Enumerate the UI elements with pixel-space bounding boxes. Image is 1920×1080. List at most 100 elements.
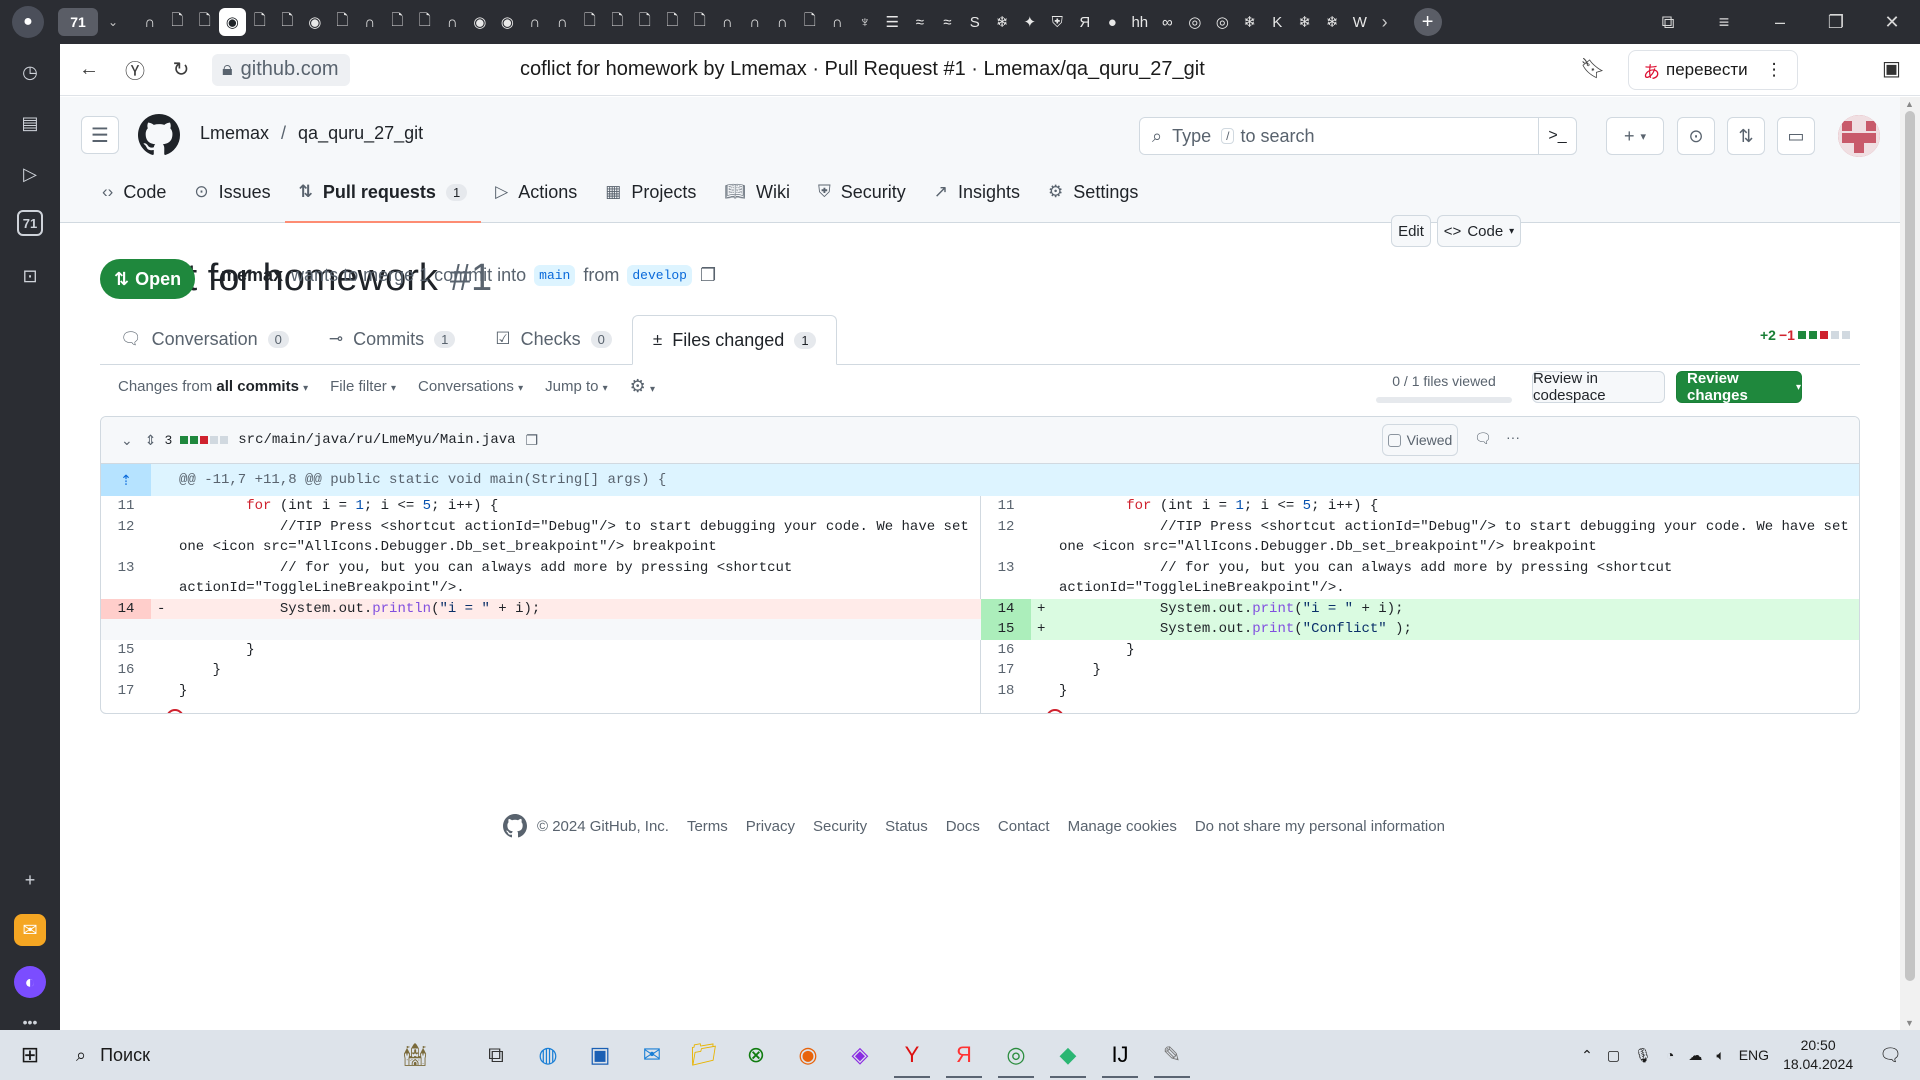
browser-tab-n-icon[interactable]: ∩ <box>714 8 742 36</box>
search-input[interactable]: ⌕ Type / to search >_ <box>1139 117 1577 155</box>
line-number[interactable]: 14 <box>101 598 151 619</box>
copy-path-icon[interactable]: ❐ <box>526 432 539 449</box>
review-in-codespace-button[interactable]: Review in codespace <box>1532 370 1665 404</box>
repo-tab-actions[interactable]: ▷ Actions <box>481 161 591 223</box>
browser-tab-K-icon[interactable]: K <box>1264 8 1292 36</box>
screenshot-icon[interactable]: ⊡ <box>14 260 46 292</box>
browser-tab-github-icon[interactable]: ◉ <box>218 8 247 36</box>
repo-tab-insights[interactable]: ↗ Insights <box>920 161 1034 223</box>
browser-tab-ring-icon[interactable]: ◎ <box>1209 8 1237 36</box>
firefox-icon[interactable]: ◉ <box>782 1030 834 1080</box>
hamburger-menu-button[interactable]: ☰ <box>81 116 119 154</box>
command-palette-icon[interactable]: >_ <box>1538 118 1576 154</box>
minimize-icon[interactable]: – <box>1752 12 1808 33</box>
line-number[interactable]: 13 <box>101 558 151 599</box>
volume-icon[interactable]: 🔈︎ <box>1716 1047 1724 1064</box>
collapse-chevron-icon[interactable]: ⌄ <box>121 432 133 449</box>
line-number[interactable]: 13 <box>981 558 1031 599</box>
scrollbar-thumb[interactable] <box>1905 111 1915 981</box>
code-dropdown-button[interactable]: <> Code ▾ <box>1437 215 1521 247</box>
create-new-button[interactable]: + ▾ <box>1606 117 1664 155</box>
github-logo-icon[interactable] <box>138 114 180 156</box>
explorer-icon[interactable]: 📁︎ <box>678 1030 730 1080</box>
diff-settings-button[interactable]: ⚙ ▾ <box>630 376 655 397</box>
footer-link[interactable]: Contact <box>998 818 1050 835</box>
tab-count-icon[interactable]: 71 <box>17 210 43 236</box>
line-number[interactable]: 16 <box>101 660 151 681</box>
line-number[interactable] <box>101 619 151 640</box>
translate-button[interactable]: あ перевести ⋮ <box>1628 50 1798 90</box>
browser-tab-doc-icon[interactable]: 🗋︎ <box>411 8 439 36</box>
repo-tab-projects[interactable]: ▦ Projects <box>591 161 710 223</box>
browser-tab-n-icon[interactable]: ∩ <box>521 8 549 36</box>
line-number[interactable]: 18 <box>981 681 1031 702</box>
video-icon[interactable]: ▷ <box>14 158 46 190</box>
add-panel-icon[interactable]: + <box>14 864 46 896</box>
repo-tab-issues[interactable]: ⊙ Issues <box>180 161 284 223</box>
browser-tab-doc-icon[interactable]: 🗋︎ <box>329 8 357 36</box>
network-icon[interactable]: ◔ <box>1666 1047 1674 1063</box>
inbox-button[interactable]: ▭ <box>1777 117 1815 155</box>
browser-tab-ring-icon[interactable]: ◎ <box>1181 8 1209 36</box>
repo-tab-code[interactable]: ‹› Code <box>88 161 180 223</box>
yandex-ya-icon[interactable]: Я <box>938 1030 990 1080</box>
author-link[interactable]: Lmemax <box>210 265 283 286</box>
browser-tab-doc-icon[interactable]: 🗋︎ <box>164 8 192 36</box>
chrome-icon[interactable]: ◎ <box>990 1030 1042 1080</box>
edit-button[interactable]: Edit <box>1391 215 1431 247</box>
tabs-scroll-right-icon[interactable]: › <box>1382 12 1388 33</box>
line-number[interactable]: 14 <box>981 598 1031 619</box>
browser-tab-github-icon[interactable]: ◉ <box>301 8 329 36</box>
browser-tab-github-icon[interactable]: ◉ <box>494 8 522 36</box>
repo-tab-wiki[interactable]: 📖︎ Wiki <box>710 161 804 223</box>
line-number[interactable]: 16 <box>981 640 1031 661</box>
footer-link[interactable]: Security <box>813 818 867 835</box>
line-number[interactable]: 17 <box>981 660 1031 681</box>
head-branch[interactable]: develop <box>627 265 692 286</box>
tab-manager-icon[interactable]: ⧉ <box>1640 12 1696 33</box>
avatar[interactable] <box>1838 115 1880 157</box>
url-domain[interactable]: 🔒︎ github.com <box>212 53 351 86</box>
line-number[interactable]: 15 <box>981 619 1031 640</box>
browser-tab-shield-icon[interactable]: ⛨ <box>1044 8 1072 36</box>
yandex-home-icon[interactable]: Ⓨ <box>112 55 158 84</box>
profile-icon[interactable]: ● <box>12 6 44 38</box>
notifications-icon[interactable]: 🗨︎ <box>1879 1045 1902 1066</box>
chevron-down-icon[interactable]: ▾ <box>1796 382 1801 393</box>
translate-menu-icon[interactable]: ⋮ <box>1766 60 1783 80</box>
paint-icon[interactable]: ✎ <box>1146 1030 1198 1080</box>
browser-tab-doc-icon[interactable]: 🗋︎ <box>631 8 659 36</box>
reload-icon[interactable]: ↻ <box>158 57 204 82</box>
history-icon[interactable]: ◷ <box>14 56 46 88</box>
browser-tab-n-icon[interactable]: ∩ <box>439 8 467 36</box>
reading-list-icon[interactable]: ▣ <box>1882 56 1901 81</box>
browser-tab-doc-icon[interactable]: 🗋︎ <box>796 8 824 36</box>
gitkraken-icon[interactable]: ◆ <box>1042 1030 1094 1080</box>
close-window-icon[interactable]: ✕ <box>1864 12 1920 33</box>
line-number[interactable]: 12 <box>101 517 151 558</box>
photo-icon[interactable]: ◈ <box>834 1030 886 1080</box>
xbox-icon[interactable]: ⊗ <box>730 1030 782 1080</box>
repo-tab-security[interactable]: ⛨ Security <box>804 161 920 223</box>
clock[interactable]: 20:50 18.04.2024 <box>1783 1036 1853 1074</box>
taskbar-search[interactable]: ⌕ Поиск <box>60 1030 360 1080</box>
copy-icon[interactable]: ❐ <box>700 265 716 286</box>
browser-tab-python-icon[interactable]: ♆ <box>851 8 879 36</box>
village-icon[interactable]: 🏰︎ <box>360 1030 470 1080</box>
footer-link[interactable]: Do not share my personal information <box>1195 818 1445 835</box>
collections-icon[interactable]: ▤ <box>14 107 46 139</box>
expand-up-icon[interactable]: ⇡ <box>101 464 151 496</box>
browser-tab-Я-icon[interactable]: Я <box>1071 8 1099 36</box>
tab-counter[interactable]: 71 <box>58 8 98 36</box>
browser-tab-doc-icon[interactable]: 🗋︎ <box>659 8 687 36</box>
menu-icon[interactable]: ≡ <box>1696 12 1752 33</box>
alice-icon[interactable]: ◐ <box>14 966 46 998</box>
windows-start-icon[interactable]: ⊞ <box>0 1030 60 1080</box>
footer-link[interactable]: Docs <box>946 818 980 835</box>
line-number[interactable]: 17 <box>101 681 151 702</box>
expand-all-icon[interactable]: ⇕ <box>145 432 157 449</box>
device-icon[interactable]: ▢ <box>1607 1047 1620 1064</box>
language-indicator[interactable]: ENG <box>1739 1047 1769 1063</box>
page-scrollbar[interactable]: ▲ ▼ <box>1900 97 1920 1030</box>
repo-tab-pull-requests[interactable]: ⇅ Pull requests 1 <box>284 161 482 223</box>
